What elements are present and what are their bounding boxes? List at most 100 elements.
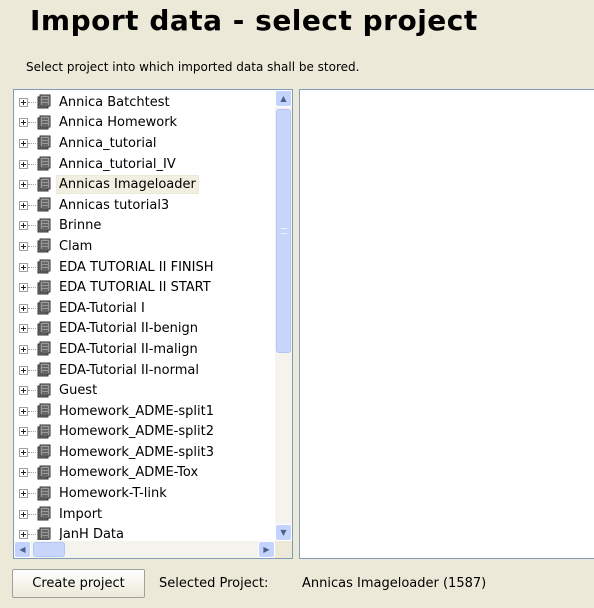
tree-item[interactable]: Import (14, 504, 274, 525)
horizontal-scroll-thumb[interactable] (33, 542, 65, 557)
database-icon (36, 280, 52, 296)
database-icon (36, 321, 52, 337)
database-icon (36, 424, 52, 440)
tree-item[interactable]: Homework_ADME-split1 (14, 401, 274, 422)
tree-item[interactable]: Clam (14, 236, 274, 257)
database-icon (36, 135, 52, 151)
tree-connector (28, 328, 36, 330)
tree-connector (28, 431, 36, 433)
scrollbar-corner (275, 541, 292, 558)
expand-plus-icon[interactable] (19, 447, 28, 457)
expand-plus-icon[interactable] (19, 200, 28, 210)
tree-item[interactable]: Brinne (14, 216, 274, 237)
tree-item-label: Clam (59, 238, 93, 254)
expand-plus-icon[interactable] (19, 468, 28, 478)
tree-item[interactable]: EDA-Tutorial I (14, 298, 274, 319)
tree-item[interactable]: EDA-Tutorial II-benign (14, 319, 274, 340)
tree-item[interactable]: EDA-Tutorial II-malign (14, 339, 274, 360)
expand-plus-icon[interactable] (19, 159, 28, 169)
tree-item-label: EDA TUTORIAL II START (59, 280, 211, 296)
tree-item[interactable]: EDA TUTORIAL II START (14, 277, 274, 298)
tree-item[interactable]: EDA-Tutorial II-normal (14, 360, 274, 381)
expand-plus-icon[interactable] (19, 138, 28, 148)
tree-item[interactable]: Homework_ADME-Tox (14, 463, 274, 484)
tree-item-label: Homework-T-link (59, 486, 167, 502)
database-icon (36, 259, 52, 275)
tree-connector (28, 245, 36, 247)
scroll-up-button[interactable]: ▲ (275, 90, 292, 107)
database-icon (36, 300, 52, 316)
vertical-scroll-thumb[interactable] (276, 109, 291, 353)
database-icon (36, 444, 52, 460)
expand-plus-icon[interactable] (19, 97, 28, 107)
expand-plus-icon[interactable] (19, 262, 28, 272)
expand-plus-icon[interactable] (19, 118, 28, 128)
database-icon (36, 383, 52, 399)
expand-plus-icon[interactable] (19, 324, 28, 334)
tree-item[interactable]: Homework_ADME-split2 (14, 422, 274, 443)
expand-plus-icon[interactable] (19, 283, 28, 293)
database-icon (36, 486, 52, 502)
tree-connector (28, 204, 36, 206)
tree-item-label: JanH Data (59, 527, 124, 540)
tree-item[interactable]: Annica Homework (14, 113, 274, 134)
expand-plus-icon[interactable] (19, 365, 28, 375)
tree-item-label: Annica Homework (59, 115, 178, 131)
tree-connector (28, 225, 36, 227)
tree-item[interactable]: EDA TUTORIAL II FINISH (14, 257, 274, 278)
expand-plus-icon[interactable] (19, 489, 28, 499)
tree-connector (28, 369, 36, 371)
create-project-button[interactable]: Create project (12, 569, 145, 598)
tree-connector (28, 287, 36, 289)
tree-item[interactable]: JanH Data (14, 524, 274, 540)
tree-item[interactable]: Annica Batchtest (14, 92, 274, 113)
tree-item-label: EDA-Tutorial II-normal (59, 362, 199, 378)
horizontal-scrollbar[interactable]: ◀ ▶ (14, 541, 275, 558)
expand-plus-icon[interactable] (19, 386, 28, 396)
expand-plus-icon[interactable] (19, 427, 28, 437)
tree-connector (28, 493, 36, 495)
expand-plus-icon[interactable] (19, 406, 28, 416)
tree-connector (28, 142, 36, 144)
tree-item[interactable]: Homework_ADME-split3 (14, 442, 274, 463)
expand-plus-icon[interactable] (19, 180, 28, 190)
bottom-bar: Create project Selected Project: Annicas… (0, 563, 594, 608)
vertical-scrollbar[interactable]: ▲ ▼ (275, 90, 292, 541)
tree-item-label: EDA-Tutorial II-malign (59, 341, 198, 357)
expand-plus-icon[interactable] (19, 530, 28, 540)
tree-item[interactable]: Annicas Imageloader (14, 174, 274, 195)
tree-item-label: Brinne (59, 218, 102, 234)
project-tree[interactable]: Annica Batchtest Annica Homework Annica_tu… (13, 89, 293, 559)
expand-plus-icon[interactable] (19, 221, 28, 231)
tree-item-label: Annica_tutorial_IV (59, 156, 176, 172)
expand-plus-icon[interactable] (19, 241, 28, 251)
expand-plus-icon[interactable] (19, 509, 28, 519)
page-title: Import data - select project (30, 4, 478, 37)
database-icon (36, 115, 52, 131)
tree-item-label: Annicas Imageloader (56, 175, 199, 195)
project-tree-list: Annica Batchtest Annica Homework Annica_tu… (14, 92, 274, 540)
tree-item-label: EDA-Tutorial II-benign (59, 321, 198, 337)
scroll-left-button[interactable]: ◀ (14, 541, 31, 558)
selected-project-value: Annicas Imageloader (1587) (302, 576, 487, 591)
tree-item-label: EDA TUTORIAL II FINISH (59, 259, 214, 275)
tree-item[interactable]: Guest (14, 380, 274, 401)
tree-connector (28, 266, 36, 268)
database-icon (36, 403, 52, 419)
tree-item-label: Annicas tutorial3 (59, 197, 170, 213)
selected-project-label: Selected Project: (159, 576, 269, 591)
scroll-down-button[interactable]: ▼ (275, 524, 292, 541)
database-icon (36, 506, 52, 522)
tree-connector (28, 451, 36, 453)
expand-plus-icon[interactable] (19, 344, 28, 354)
tree-connector (28, 184, 36, 186)
database-icon (36, 527, 52, 540)
scroll-right-button[interactable]: ▶ (258, 541, 275, 558)
tree-item[interactable]: Annica_tutorial (14, 133, 274, 154)
expand-plus-icon[interactable] (19, 303, 28, 313)
tree-item[interactable]: Annicas tutorial3 (14, 195, 274, 216)
tree-connector (28, 513, 36, 515)
tree-item[interactable]: Homework-T-link (14, 483, 274, 504)
tree-item[interactable]: Annica_tutorial_IV (14, 154, 274, 175)
database-icon (36, 341, 52, 357)
